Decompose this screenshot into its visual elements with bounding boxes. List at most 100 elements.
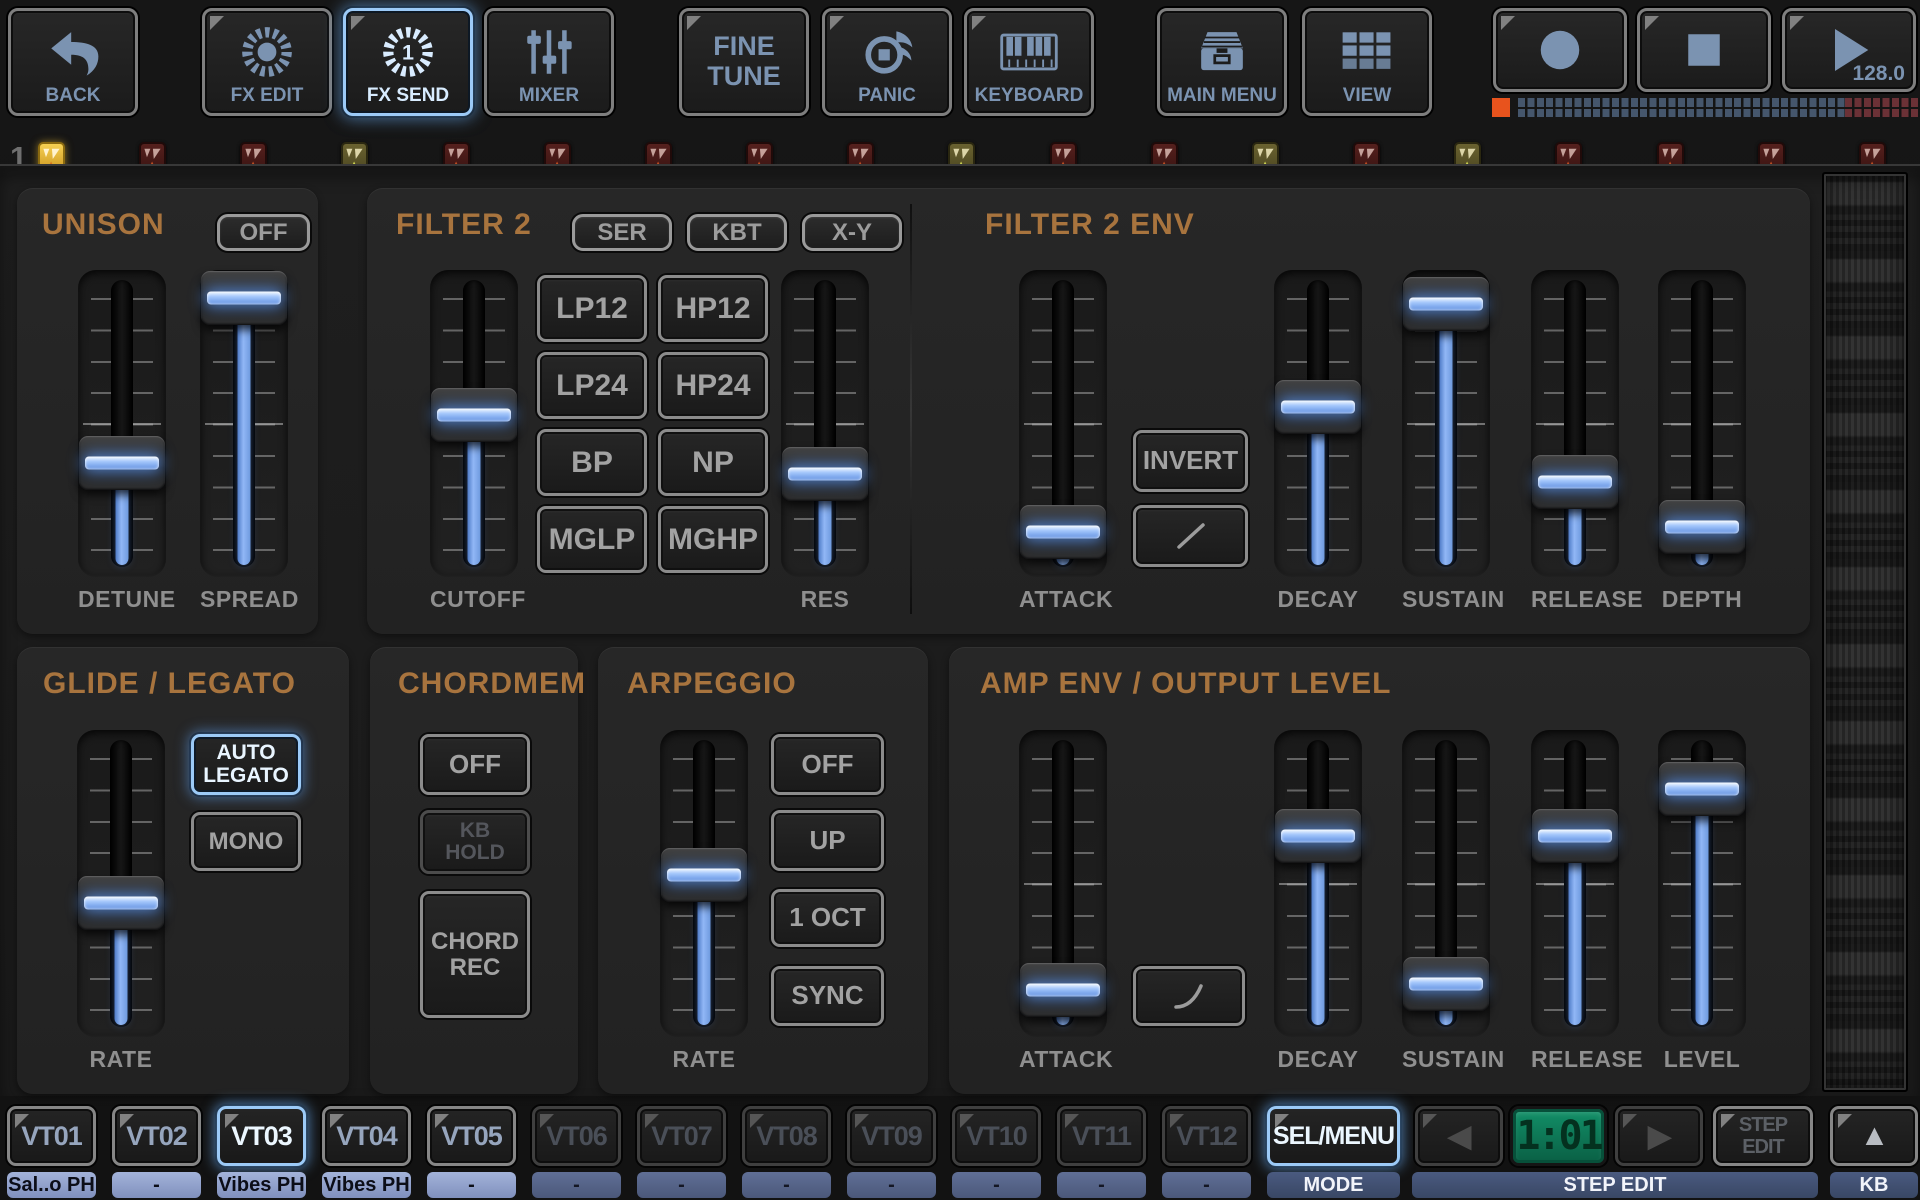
kb-toggle-button[interactable]: ▲ [1830,1106,1918,1166]
main-menu-button[interactable]: MAIN MENU [1157,8,1287,116]
track-button[interactable]: VT08 [742,1106,831,1166]
f2env-attack-label: ATTACK [1019,586,1114,612]
stop-button[interactable] [1637,8,1771,92]
f2env-release-slider-unit: RELEASE [1531,270,1643,615]
arp-rate-slider[interactable] [660,730,748,1037]
f2env-decay-slider[interactable] [1274,270,1362,577]
pattern-next-button[interactable]: ▶ [1615,1106,1703,1166]
f2env-release-slider[interactable] [1531,270,1619,577]
panic-icon [825,11,949,86]
filter-type-mglp-button[interactable]: MGLP [537,506,647,573]
detune-slider-unit: DETUNE [78,270,175,615]
gstomper-synth-fx-send-screen: BACK FX EDIT 1 FX SEND MIXER FINE TUNE P… [0,0,1920,1200]
unison-off-button[interactable]: OFF [217,214,310,251]
glide-rate-slider-handle[interactable] [78,876,164,931]
amp-attack-slider-handle[interactable] [1020,962,1106,1017]
track-button[interactable]: VT01 [7,1106,96,1166]
cutoff-slider[interactable] [430,270,518,577]
arp-rate-slider-handle[interactable] [661,848,747,903]
panic-button[interactable]: PANIC [822,8,952,116]
f2env-release-slider-handle[interactable] [1532,455,1618,510]
glide-rate-slider[interactable] [77,730,165,1037]
f2env-sustain-slider-handle[interactable] [1403,276,1489,331]
f2env-invert-button[interactable]: INVERT [1133,430,1248,492]
fine-tune-button[interactable]: FINE TUNE [679,8,809,116]
filter-type-hp12-button[interactable]: HP12 [658,275,768,342]
track-button[interactable]: VT05 [427,1106,516,1166]
amp-release-slider[interactable] [1531,730,1619,1037]
mixer-button[interactable]: MIXER [484,8,614,116]
amp-decay-slider-handle[interactable] [1275,809,1361,864]
filter2-ser-button[interactable]: SER [572,214,672,251]
back-arrow-icon [11,11,135,86]
filter2-xy-button[interactable]: X-Y [802,214,902,251]
arp-off-button[interactable]: OFF [771,734,884,795]
f2env-sustain-slider[interactable] [1402,270,1490,577]
filter-type-bp-button[interactable]: BP [537,429,647,496]
view-button[interactable]: VIEW [1302,8,1432,116]
right-arrow-icon: ▶ [1647,1119,1671,1153]
filter2-kbt-button[interactable]: KBT [687,214,787,251]
f2env-decay-slider-handle[interactable] [1275,379,1361,434]
res-slider-handle[interactable] [782,446,868,501]
fx-send-button[interactable]: 1 FX SEND [343,8,473,116]
track-label-row: Sal..o PH - Vibes PH Vibes PH - - - - - - - - [7,1172,1251,1198]
filter-type-np-button[interactable]: NP [658,429,768,496]
amp-level-slider[interactable] [1658,730,1746,1037]
track-button[interactable]: VT04 [322,1106,411,1166]
back-button[interactable]: BACK [8,8,138,116]
track-button[interactable]: VT07 [637,1106,726,1166]
keyboard-button[interactable]: KEYBOARD [964,8,1094,116]
f2env-decay-label: DECAY [1277,586,1359,612]
f2env-slope-button[interactable] [1133,505,1248,567]
detune-slider-handle[interactable] [79,435,165,490]
amp-env-curve-button[interactable] [1133,966,1245,1026]
chordmem-off-button[interactable]: OFF [420,734,530,795]
pattern-prev-button[interactable]: ◀ [1415,1106,1503,1166]
arp-up-button[interactable]: UP [771,810,884,871]
arp-sync-button[interactable]: SYNC [771,966,884,1026]
filter-type-lp12-button[interactable]: LP12 [537,275,647,342]
spread-slider-handle[interactable] [201,270,287,325]
fx-edit-button[interactable]: FX EDIT [202,8,332,116]
amp-sustain-slider-handle[interactable] [1403,956,1489,1011]
f2env-attack-slider-handle[interactable] [1020,505,1106,560]
record-button[interactable] [1493,8,1627,92]
mono-button[interactable]: MONO [191,812,301,871]
track-button[interactable]: VT03 [217,1106,306,1166]
f2env-depth-slider-handle[interactable] [1659,499,1745,554]
track-button[interactable]: VT10 [952,1106,1041,1166]
amp-sustain-slider[interactable] [1402,730,1490,1037]
chord-rec-button[interactable]: CHORD REC [420,891,530,1018]
kb-hold-button[interactable]: KB HOLD [420,810,530,874]
f2env-depth-slider[interactable] [1658,270,1746,577]
filter-type-lp24-button[interactable]: LP24 [537,352,647,419]
amp-decay-slider[interactable] [1274,730,1362,1037]
track-button[interactable]: VT11 [1057,1106,1146,1166]
sel-menu-button[interactable]: SEL/MENU [1267,1106,1400,1166]
step-edit-button[interactable]: STEP EDIT [1713,1106,1813,1166]
amp-release-slider-handle[interactable] [1532,809,1618,864]
filter-type-hp24-button[interactable]: HP24 [658,352,768,419]
amp-attack-slider[interactable] [1019,730,1107,1037]
page-scroll-grip[interactable] [1822,172,1908,1092]
f2env-attack-slider[interactable] [1019,270,1107,577]
res-slider[interactable] [781,270,869,577]
amp-level-slider-handle[interactable] [1659,761,1745,816]
cutoff-slider-handle[interactable] [431,388,517,443]
track-button[interactable]: VT06 [532,1106,621,1166]
filter-type-mghp-button[interactable]: MGHP [658,506,768,573]
arp-1oct-button[interactable]: 1 OCT [771,889,884,947]
spread-slider[interactable] [200,270,288,577]
play-button[interactable]: 128.0 [1782,8,1916,92]
track-button[interactable]: VT09 [847,1106,936,1166]
stop-icon [1640,11,1768,89]
cutoff-label: CUTOFF [430,586,526,612]
pattern-position-display[interactable]: 1:01 [1510,1106,1607,1166]
track-button[interactable]: VT02 [112,1106,201,1166]
auto-legato-button[interactable]: AUTO LEGATO [191,734,301,795]
f2env-sustain-slider-unit: SUSTAIN [1402,270,1504,615]
detune-slider[interactable] [78,270,166,577]
track-button[interactable]: VT12 [1162,1106,1251,1166]
track-preset-label: - [847,1172,936,1198]
